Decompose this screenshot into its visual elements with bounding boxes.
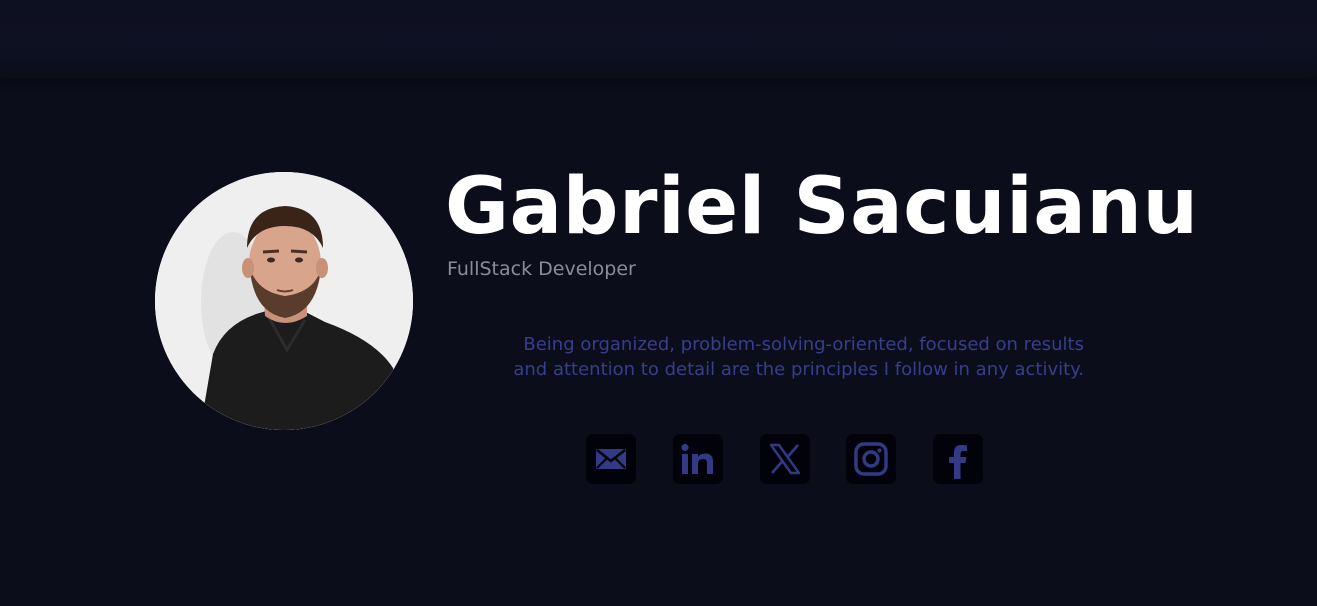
linkedin-icon (681, 443, 713, 474)
instagram-link[interactable] (846, 434, 896, 484)
email-link[interactable] (586, 434, 636, 484)
x-icon (769, 443, 801, 475)
top-navbar (0, 0, 1317, 78)
email-icon (596, 448, 626, 469)
profile-name: Gabriel Sacuianu (445, 162, 1199, 252)
hero-section: Gabriel Sacuianu FullStack Developer Bei… (0, 78, 1317, 606)
x-link[interactable] (760, 434, 810, 484)
profile-bio: Being organized, problem-solving-oriente… (513, 334, 1084, 380)
profile-role: FullStack Developer (447, 258, 636, 280)
profile-photo (155, 172, 413, 430)
linkedin-link[interactable] (673, 434, 723, 484)
facebook-icon (949, 445, 967, 479)
facebook-link[interactable] (933, 434, 983, 484)
instagram-icon (854, 442, 888, 476)
